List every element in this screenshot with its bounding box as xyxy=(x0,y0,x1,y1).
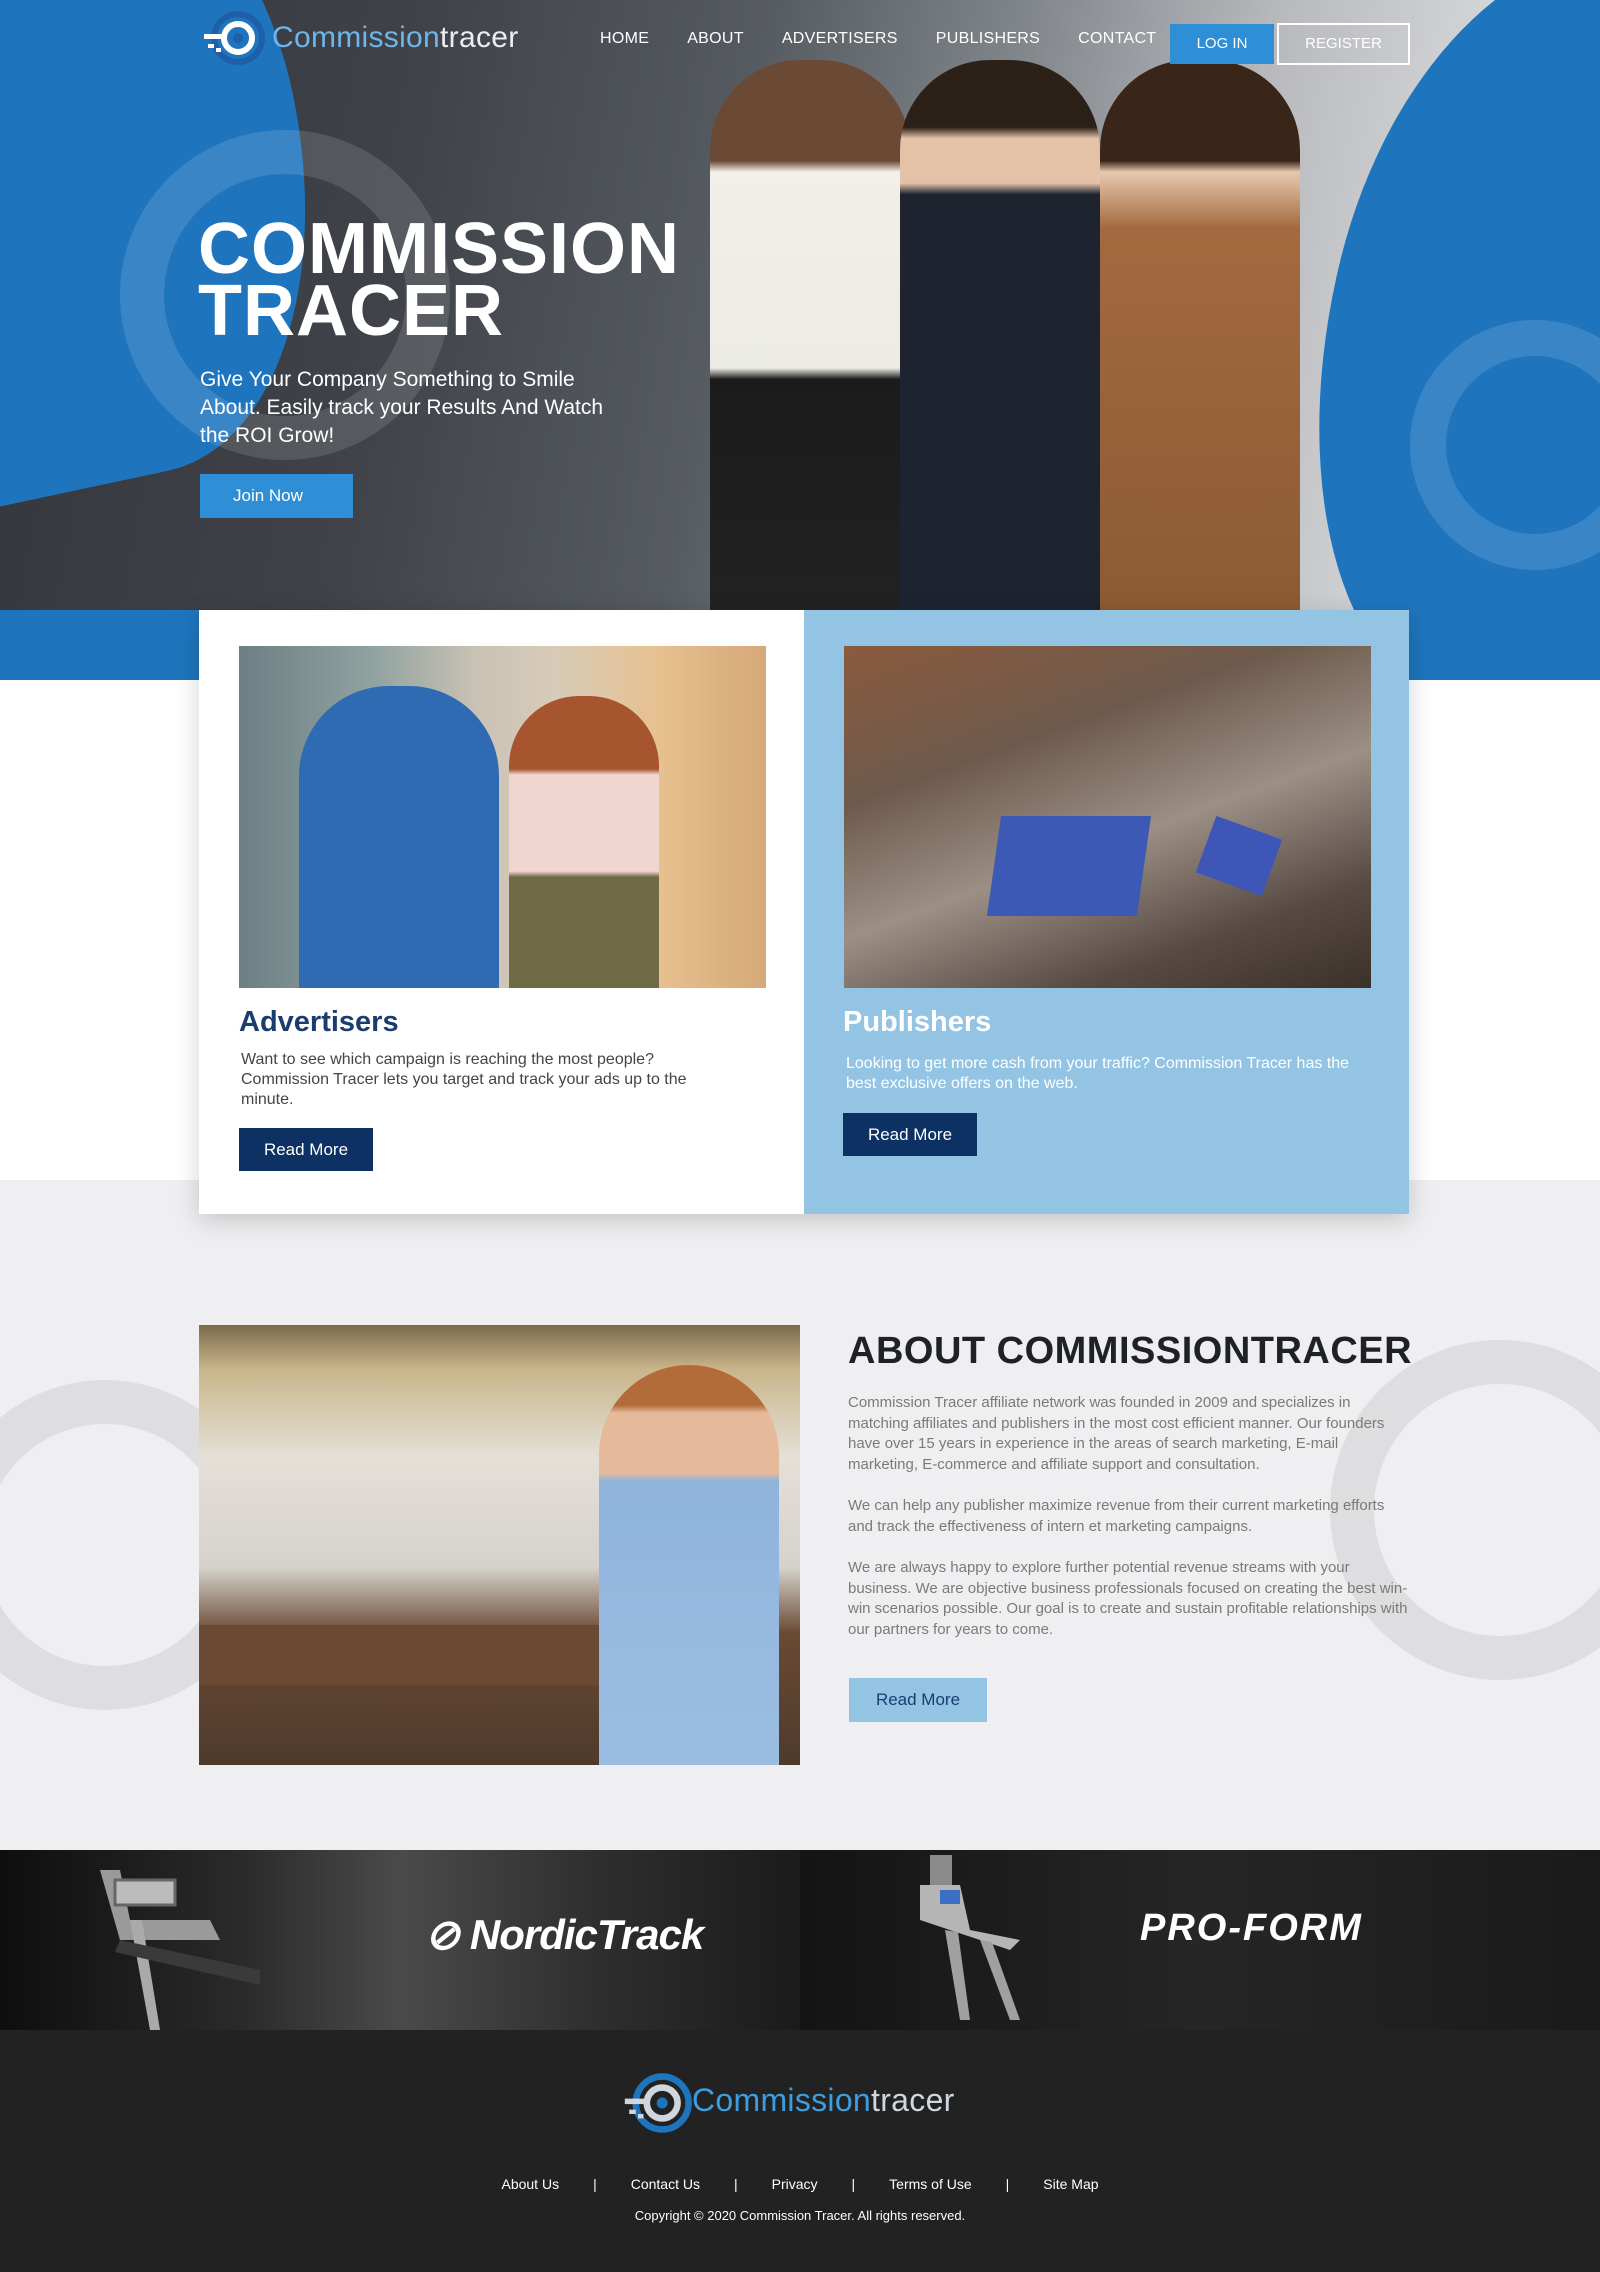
photo-man-arms-crossed xyxy=(599,1365,779,1765)
photo-laptop xyxy=(986,816,1152,916)
photo-man-blue-sweater xyxy=(299,686,499,988)
footer-logo[interactable]: Commissiontracer xyxy=(620,2070,955,2133)
about-paragraph-1: Commission Tracer affiliate network was … xyxy=(848,1394,1385,1473)
publishers-photo xyxy=(844,646,1371,988)
nav-link-about[interactable]: ABOUT xyxy=(687,30,744,48)
proform-logo: PRO-FORM xyxy=(1140,1907,1363,1949)
advertisers-text: Want to see which campaign is reaching t… xyxy=(241,1051,687,1108)
nav-links: HOME ABOUT ADVERTISERS PUBLISHERS CONTAC… xyxy=(600,30,1194,48)
about-read-more-button[interactable]: Read More xyxy=(849,1678,987,1722)
publishers-read-more-button[interactable]: Read More xyxy=(843,1113,977,1156)
nordictrack-banner[interactable]: ⊘ NordicTrack xyxy=(0,1850,800,2030)
advertisers-photo xyxy=(239,646,766,988)
nav-link-publishers[interactable]: PUBLISHERS xyxy=(936,30,1040,48)
proform-banner[interactable]: PRO-FORM xyxy=(800,1850,1600,2030)
photo-tablet xyxy=(1195,815,1283,897)
advertisers-card: Advertisers Want to see which campaign i… xyxy=(199,610,804,1214)
copyright-text: Copyright © 2020 Commission Tracer. All … xyxy=(634,2208,966,2223)
hero-subtitle: Give Your Company Something to Smile Abo… xyxy=(200,368,604,447)
audience-cards: Advertisers Want to see which campaign i… xyxy=(199,610,1409,1214)
photo-office-table xyxy=(199,1625,619,1685)
footer-separator: | xyxy=(593,2176,597,2192)
footer-link-site-map[interactable]: Site Map xyxy=(1043,2176,1098,2192)
about-paragraph-2: We can help any publisher maximize reven… xyxy=(848,1497,1385,1535)
nav-link-contact[interactable]: CONTACT xyxy=(1078,30,1156,48)
hero-person-man-suit xyxy=(900,60,1100,620)
brand-banners: ⊘ NordicTrack PRO-FORM xyxy=(0,1850,1600,2030)
footer-links: About Us | Contact Us | Privacy | Terms of Use… xyxy=(0,2176,1600,2192)
hero-section: Commissiontracer HOME ABOUT ADVERTISERS … xyxy=(0,0,1600,680)
hero-title-line2: TRACER xyxy=(198,271,504,351)
treadmill-icon xyxy=(100,1870,260,2030)
logo-ring-icon xyxy=(200,8,272,68)
header-logo[interactable]: Commissiontracer xyxy=(200,8,519,68)
nav-link-advertisers[interactable]: ADVERTISERS xyxy=(782,30,898,48)
footer-separator: | xyxy=(851,2176,856,2192)
join-now-button[interactable]: Join Now xyxy=(200,474,353,518)
publishers-card: Publishers Looking to get more cash from… xyxy=(804,610,1409,1214)
login-button[interactable]: LOG IN xyxy=(1170,24,1274,64)
logo-wordmark: Commissiontracer xyxy=(272,21,519,54)
footer-link-terms[interactable]: Terms of Use xyxy=(889,2176,971,2192)
footer-link-contact-us[interactable]: Contact Us xyxy=(631,2176,700,2192)
about-paragraph-3: We are always happy to explore further p… xyxy=(848,1559,1408,1638)
treadmill-icon xyxy=(920,1855,1020,2020)
logo-ring-icon xyxy=(620,2070,692,2133)
footer-separator: | xyxy=(1005,2176,1010,2192)
publishers-text: Looking to get more cash from your traff… xyxy=(846,1055,1350,1092)
nav-link-home[interactable]: HOME xyxy=(600,30,649,48)
footer-logo-wordmark: Commissiontracer xyxy=(692,2081,955,2118)
footer-separator: | xyxy=(733,2176,738,2192)
hero-person-woman-tablet xyxy=(710,60,910,620)
footer-link-about-us[interactable]: About Us xyxy=(501,2176,559,2192)
hero-title: COMMISSION TRACER xyxy=(198,213,718,347)
footer: Commissiontracer About Us | Contact Us | Pri… xyxy=(0,2030,1600,2272)
publishers-title: Publishers xyxy=(843,1006,992,1038)
footer-link-privacy[interactable]: Privacy xyxy=(772,2176,818,2192)
nordictrack-logo: ⊘ NordicTrack xyxy=(425,1911,704,1958)
about-photo xyxy=(199,1325,800,1765)
hero-person-woman-brown-jacket xyxy=(1100,60,1300,620)
advertisers-read-more-button[interactable]: Read More xyxy=(239,1128,373,1171)
top-navigation: Commissiontracer HOME ABOUT ADVERTISERS … xyxy=(0,0,1600,84)
advertisers-title: Advertisers xyxy=(239,1006,399,1038)
about-title: ABOUT COMMISSIONTRACER xyxy=(848,1330,1413,1372)
register-button[interactable]: REGISTER xyxy=(1277,23,1410,65)
photo-woman-pink-top xyxy=(509,696,659,988)
